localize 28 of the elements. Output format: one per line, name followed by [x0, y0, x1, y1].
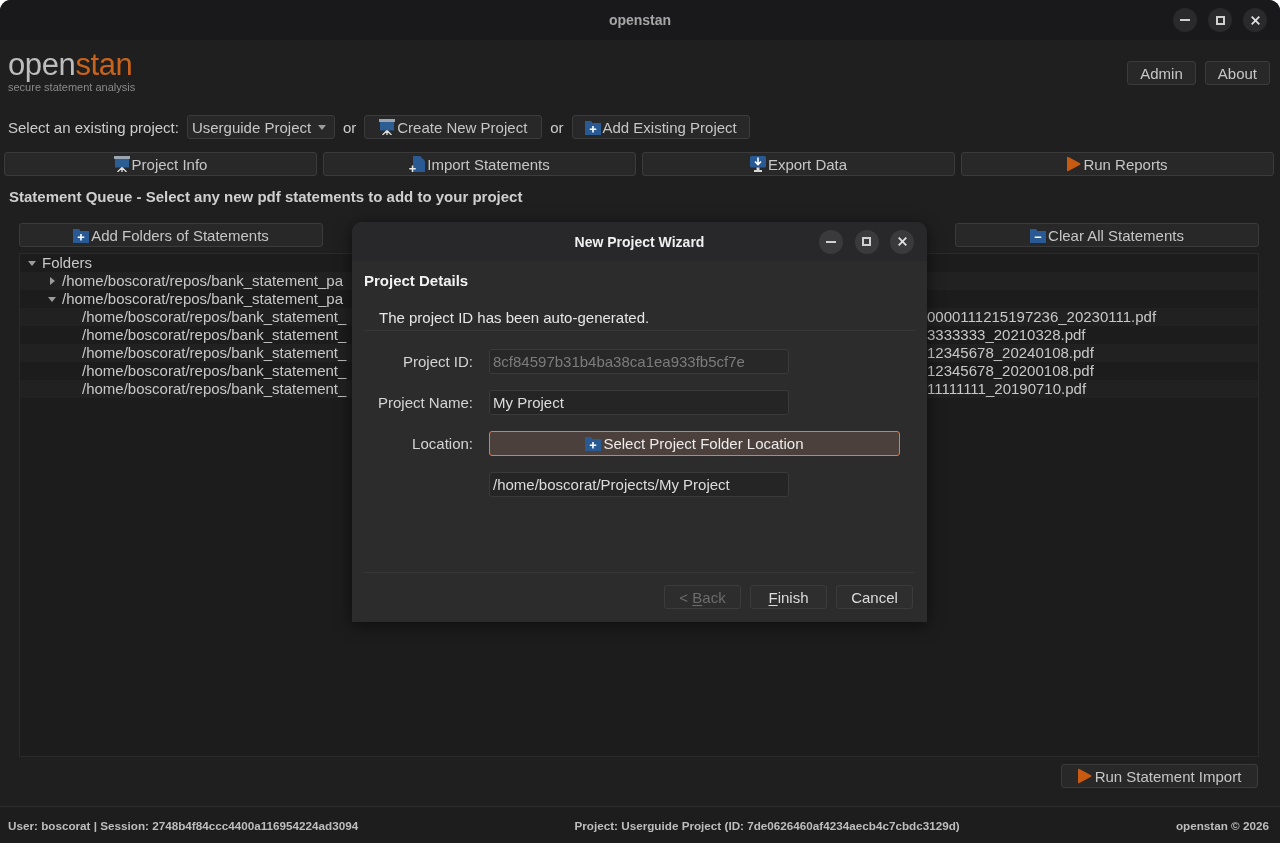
tree-item-label: /home/boscorat/repos/bank_statement_	[82, 362, 347, 379]
field-label: Location:	[412, 435, 473, 452]
tree-item-label: /home/boscorat/repos/bank_statement_pa	[62, 290, 343, 308]
tree-item-label: /home/boscorat/repos/bank_statement_	[82, 380, 347, 397]
tree-item-label: 0000111215197236_20230111.pdf	[927, 308, 1157, 326]
field-label: Project ID:	[402, 353, 473, 370]
field-label: Select an existing project:	[8, 118, 179, 136]
window-title: openstan	[608, 12, 672, 28]
dialog-title: New Project Wizard	[574, 233, 705, 250]
tree-item-label: 11111111_20190710.pdf	[927, 380, 1087, 398]
status-text: User: boscorat | Session: 2748b4f84ccc4400a116954224ad3094	[8, 818, 359, 832]
tree-item-label: /home/boscorat/repos/bank_statement_	[82, 344, 347, 361]
section-heading: Statement Queue - Select any new pdf statements to add to your project	[8, 188, 523, 206]
tree-item-label: 12345678_20240108.pdf	[927, 344, 1094, 362]
tagline-text: secure statement analysis	[8, 81, 136, 94]
separator-text: or	[342, 118, 357, 136]
page-title: Project Details	[364, 272, 469, 290]
tree-item-label: Folders	[42, 254, 93, 272]
field-label: Project Name:	[377, 394, 473, 411]
status-text: Project: Userguide Project (ID: 7de0626460af4234aecb4c7cbdc3129d)	[574, 818, 960, 832]
tree-item-label: /home/boscorat/repos/bank_statement_	[82, 308, 347, 325]
status-text: openstan © 2026	[1175, 818, 1269, 832]
tree-item-label: 3333333_20210328.pdf	[927, 326, 1086, 344]
tree-item-label: /home/boscorat/repos/bank_statement_	[82, 326, 347, 343]
page-subtitle: The project ID has been auto-generated.	[379, 309, 650, 326]
tree-item-label: /home/boscorat/repos/bank_statement_pa	[62, 272, 343, 290]
separator-text: or	[550, 118, 564, 136]
tree-item-label: 12345678_20200108.pdf	[927, 362, 1094, 380]
